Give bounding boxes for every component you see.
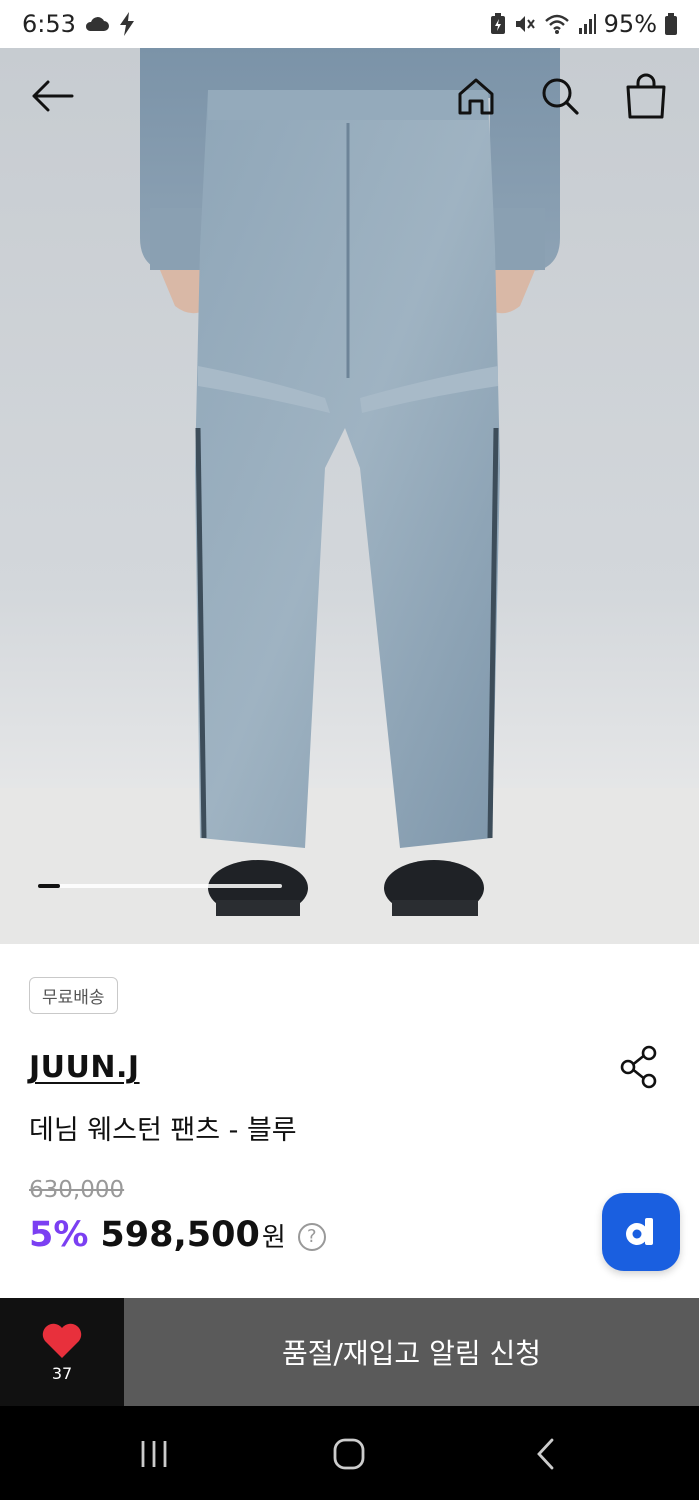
chevron-left-icon <box>537 1438 554 1470</box>
battery-saver-icon <box>490 13 505 34</box>
floating-d-button[interactable] <box>602 1193 680 1271</box>
mute-icon <box>515 16 535 32</box>
back-system-button[interactable] <box>530 1436 560 1472</box>
cloud-icon <box>85 17 109 31</box>
shopping-bag-icon <box>626 73 666 119</box>
search-icon <box>542 78 579 115</box>
share-icon <box>620 1045 657 1089</box>
bottom-action-bar: 37 품절/재입고 알림 신청 <box>0 1298 699 1406</box>
product-detail-page: 6:53 95% 무료배송 JUUN.J 데님 웨스턴 팬츠 - 블루 630,… <box>0 0 699 1500</box>
gallery-progress-indicator <box>38 884 282 888</box>
restock-alert-button[interactable]: 품절/재입고 알림 신청 <box>124 1298 699 1406</box>
heart-icon <box>42 1323 82 1358</box>
price-help-icon[interactable]: ? <box>297 1222 326 1251</box>
gallery-progress-active <box>38 884 60 888</box>
top-navigation <box>0 48 699 140</box>
price-row: 5% 598,500 원 ? <box>29 1215 326 1255</box>
recent-apps-icon <box>141 1441 167 1467</box>
home-button[interactable] <box>448 68 504 124</box>
cart-button[interactable] <box>618 68 674 124</box>
signal-icon <box>578 14 596 34</box>
home-system-button[interactable] <box>330 1436 368 1472</box>
brand-link[interactable]: JUUN.J <box>29 1050 140 1085</box>
free-shipping-badge: 무료배송 <box>29 977 118 1014</box>
discount-rate: 5% <box>29 1215 89 1255</box>
bolt-icon <box>119 12 134 36</box>
like-button[interactable]: 37 <box>0 1298 124 1406</box>
wifi-icon <box>544 14 569 34</box>
product-name: 데님 웨스턴 팬츠 - 블루 <box>29 1115 297 1146</box>
like-count: 37 <box>51 1363 73 1383</box>
status-right: 95% <box>490 10 677 38</box>
status-left: 6:53 <box>22 10 136 38</box>
battery-icon <box>665 13 677 35</box>
denim-pants-photo <box>0 48 699 944</box>
status-time: 6:53 <box>22 10 76 38</box>
product-image-gallery[interactable] <box>0 48 699 944</box>
sale-price: 598,500 <box>100 1215 260 1255</box>
d-logo-icon <box>626 1218 653 1245</box>
status-bar: 6:53 95% <box>0 0 699 48</box>
recent-apps-button[interactable] <box>136 1436 172 1472</box>
battery-percent: 95% <box>603 10 657 38</box>
home-circle-icon <box>333 1438 365 1470</box>
back-button[interactable] <box>24 68 80 124</box>
share-button[interactable] <box>616 1044 662 1090</box>
search-button[interactable] <box>532 68 588 124</box>
currency-unit: 원 <box>261 1223 286 1253</box>
home-icon <box>458 78 494 115</box>
original-price: 630,000 <box>29 1177 125 1203</box>
back-arrow-icon <box>32 80 74 112</box>
system-navigation-bar <box>0 1406 699 1500</box>
